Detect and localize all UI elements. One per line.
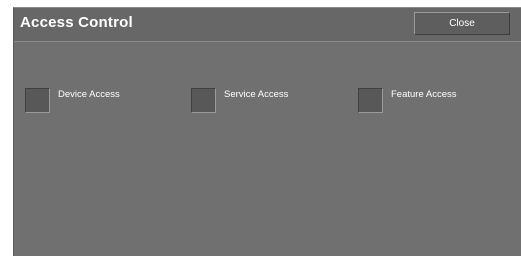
feature-access-checkbox[interactable] bbox=[358, 88, 383, 113]
device-access-label: Device Access bbox=[58, 89, 120, 100]
header-bar: Access Control Close bbox=[14, 8, 521, 42]
device-access-checkbox[interactable] bbox=[25, 88, 50, 113]
service-access-label: Service Access bbox=[224, 89, 289, 100]
close-button[interactable]: Close bbox=[414, 12, 510, 35]
access-control-screen: Access Control Close Device Access Servi… bbox=[13, 7, 521, 256]
service-access-checkbox[interactable] bbox=[191, 88, 216, 113]
feature-access-label: Feature Access bbox=[391, 89, 457, 100]
page-title: Access Control bbox=[20, 14, 133, 31]
